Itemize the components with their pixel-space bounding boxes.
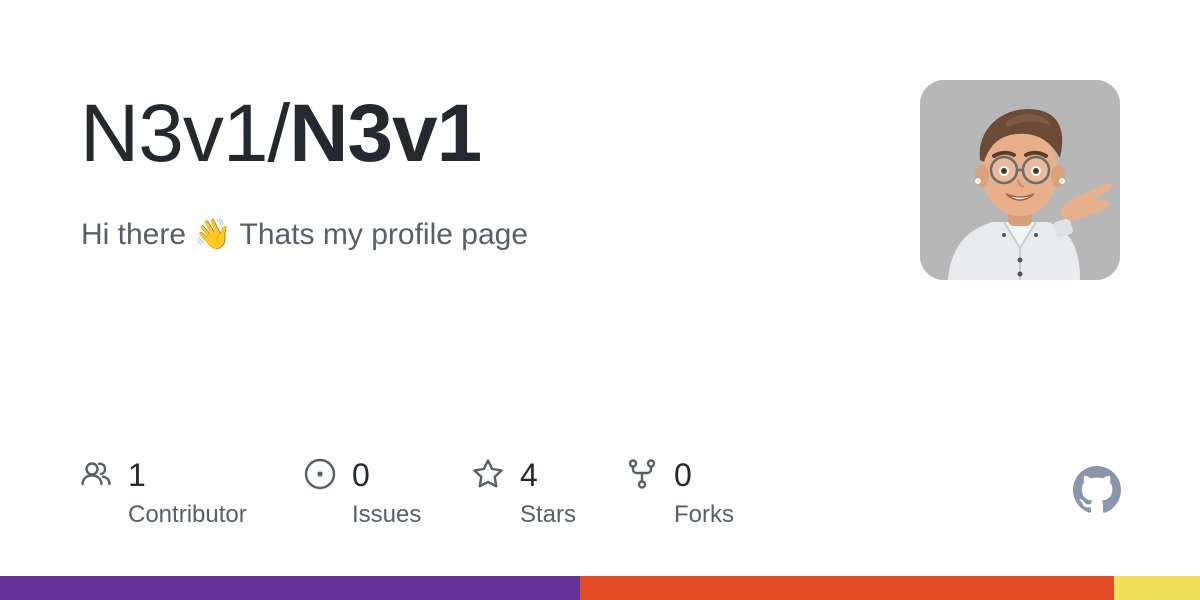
people-icon — [80, 458, 112, 490]
language-segment — [579, 576, 1114, 600]
contributors-label: Contributor — [128, 501, 247, 528]
forks-label: Forks — [674, 501, 734, 528]
stars-label: Stars — [520, 501, 577, 528]
issues-label: Issues — [352, 501, 422, 528]
repo-forked-icon — [626, 458, 658, 490]
repo-owner: N3v1/ — [80, 88, 290, 179]
github-mark-icon[interactable] — [1073, 466, 1121, 514]
language-segment — [1113, 576, 1200, 600]
contributors-count: 1 — [128, 457, 146, 493]
language-segment — [0, 576, 580, 600]
repo-description: Hi there 👋 Thats my profile page — [81, 218, 528, 251]
language-bar — [0, 576, 1200, 600]
memoji-avatar — [920, 80, 1120, 280]
star-icon — [472, 458, 504, 490]
issues-count: 0 — [352, 457, 370, 493]
repo-title: N3v1/N3v1 — [80, 86, 482, 182]
stars-count: 4 — [520, 457, 538, 493]
issue-opened-icon — [304, 458, 336, 490]
forks-count: 0 — [674, 457, 692, 493]
repo-name: N3v1 — [289, 88, 482, 179]
owner-avatar — [920, 80, 1120, 280]
